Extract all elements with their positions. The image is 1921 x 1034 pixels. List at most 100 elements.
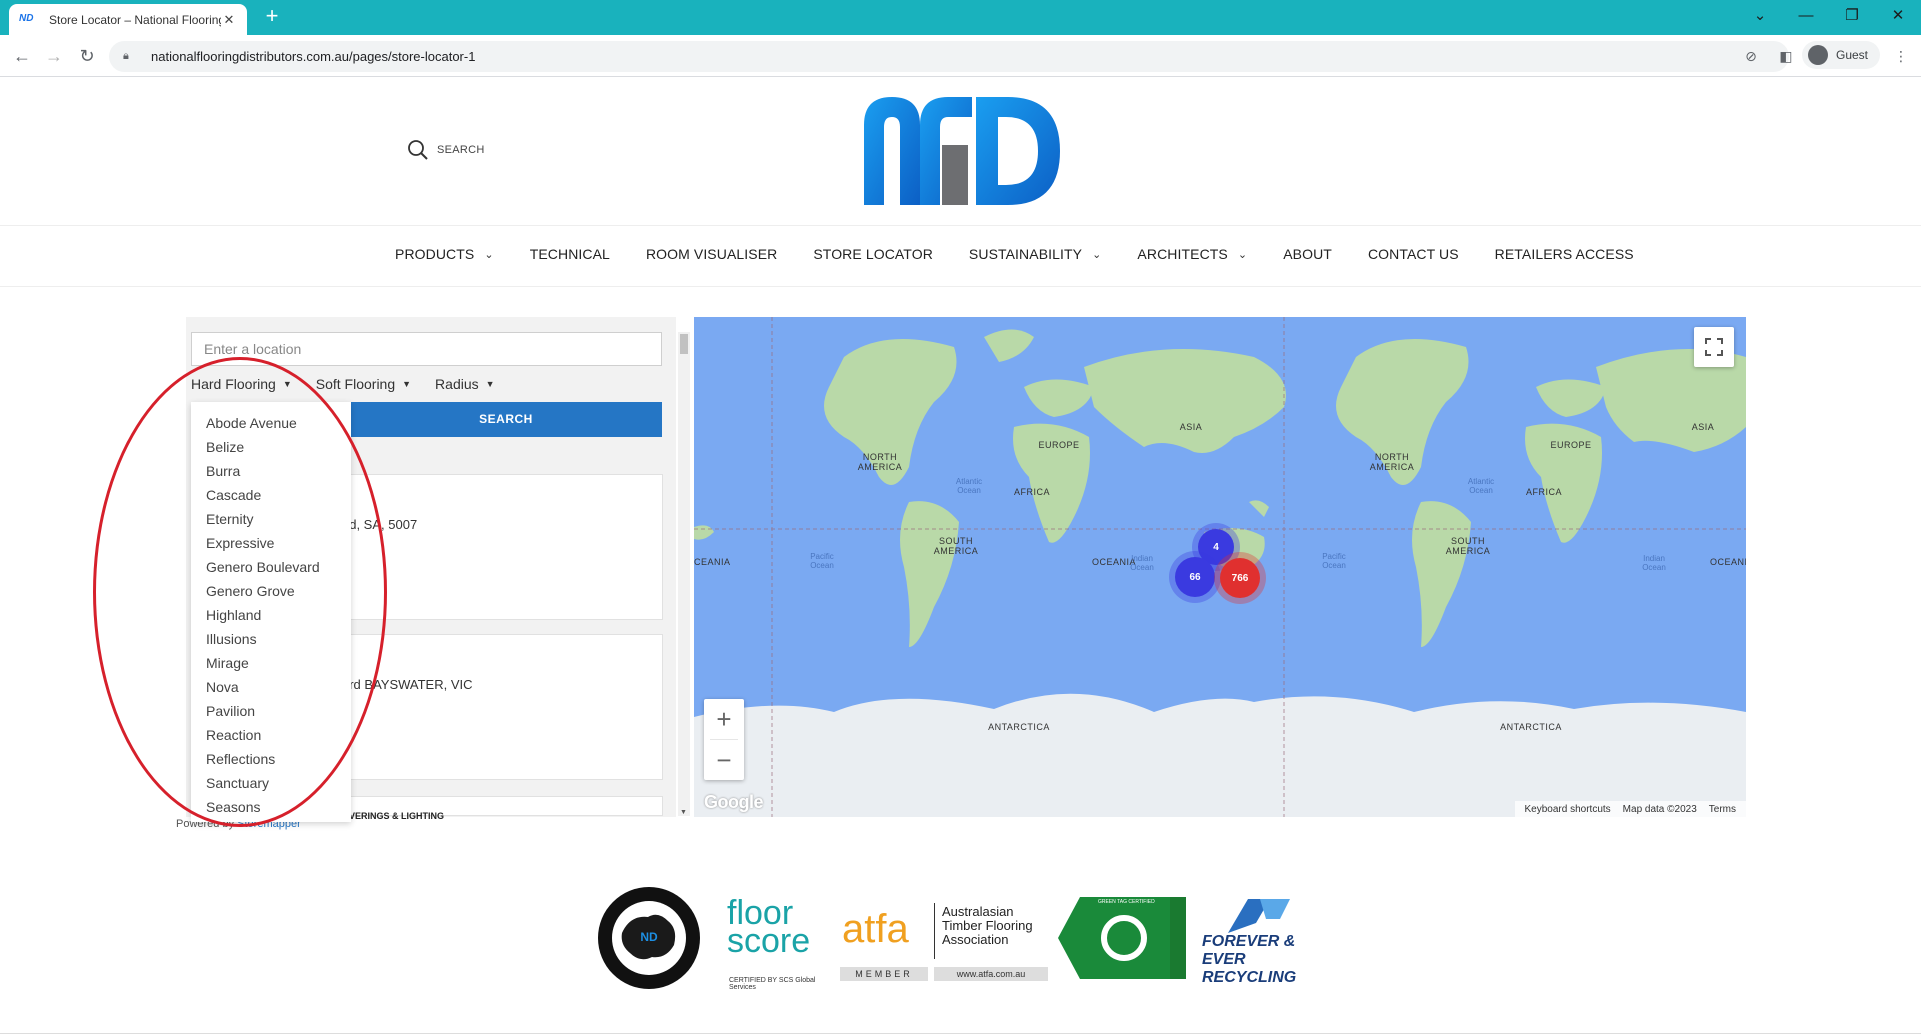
nav-item-label: CONTACT US <box>1367 246 1459 262</box>
map-tiles <box>694 317 1746 817</box>
zoom-out-button[interactable]: − <box>704 740 744 780</box>
map-continent-label: SOUTH AMERICA <box>1445 536 1491 556</box>
chevron-down-icon: ⌄ <box>484 248 494 261</box>
header-search-label: SEARCH <box>437 144 485 156</box>
new-tab-button[interactable]: + <box>260 5 284 29</box>
terms-link[interactable]: Terms <box>1709 804 1736 815</box>
location-input[interactable]: Enter a location <box>191 332 662 366</box>
favicon-icon: ND <box>19 12 34 24</box>
map-continent-label: OCEANI <box>1710 557 1746 567</box>
store-map[interactable]: NORTH AMERICA EUROPE ASIA AFRICA SOUTH AMERI… <box>694 317 1746 817</box>
url-text: nationalflooringdistributors.com.au/page… <box>151 49 476 64</box>
radius-label: Radius <box>435 376 479 392</box>
filter-row: Hard Flooring ▼ Soft Flooring ▼ Radius ▼ <box>191 376 519 392</box>
green-tag-badge: GREEN TAG CERTIFIED <box>1058 885 1186 995</box>
dropdown-option[interactable]: Burra <box>191 462 351 486</box>
nav-item-retailers-access[interactable]: RETAILERS ACCESS <box>1495 246 1634 262</box>
nav-item-contact-us[interactable]: CONTACT US <box>1368 246 1459 262</box>
soft-flooring-label: Soft Flooring <box>315 376 396 392</box>
chevron-down-icon: ⌄ <box>1092 248 1102 261</box>
map-ocean-label: Indian Ocean <box>1130 554 1154 572</box>
caret-down-icon: ▼ <box>402 379 412 389</box>
blocked-popup-icon[interactable]: ⊘ <box>1742 47 1760 65</box>
dropdown-option[interactable]: Abode Avenue <box>191 414 351 438</box>
nav-item-store-locator[interactable]: STORE LOCATOR <box>813 246 933 262</box>
nav-item-label: RETAILERS ACCESS <box>1494 246 1634 262</box>
dropdown-option[interactable]: Highland <box>191 606 351 630</box>
marker-cluster[interactable]: 66 <box>1175 557 1215 597</box>
dropdown-option[interactable]: Genero Boulevard <box>191 558 351 582</box>
search-icon <box>408 140 428 160</box>
atfa-divider <box>934 903 935 959</box>
nav-item-technical[interactable]: TECHNICAL <box>530 246 610 262</box>
nav-item-room-visualiser[interactable]: ROOM VISUALISER <box>646 246 777 262</box>
atfa-member: MEMBER <box>840 967 928 981</box>
close-tab-icon[interactable]: ✕ <box>221 12 237 28</box>
restore-button[interactable]: ❐ <box>1829 4 1875 28</box>
back-icon[interactable]: ← <box>10 44 34 68</box>
dropdown-option[interactable]: Pavilion <box>191 702 351 726</box>
nav-item-label: ABOUT <box>1283 246 1332 262</box>
header-search[interactable]: SEARCH <box>407 139 485 161</box>
hard-flooring-label: Hard Flooring <box>191 376 276 392</box>
map-continent-label: EUROPE <box>1550 440 1592 450</box>
dropdown-option[interactable]: Reflections <box>191 750 351 774</box>
page: ND Store Locator – National Flooring ✕ +… <box>0 0 1921 1034</box>
map-continent-label: SOUTH AMERICA <box>933 536 979 556</box>
dropdown-option[interactable]: Illusions <box>191 630 351 654</box>
nav-item-label: SUSTAINABILITY <box>968 246 1083 262</box>
close-window-button[interactable]: ✕ <box>1875 4 1921 28</box>
dropdown-option[interactable]: Expressive <box>191 534 351 558</box>
locator-search-button[interactable]: SEARCH <box>350 402 662 437</box>
dropdown-option[interactable]: Nova <box>191 678 351 702</box>
zoom-in-button[interactable]: + <box>704 699 744 739</box>
dropdown-option[interactable]: Eternity <box>191 510 351 534</box>
fullscreen-button[interactable] <box>1694 327 1734 367</box>
nav-item-sustainability[interactable]: SUSTAINABILITY ⌄ <box>969 246 1102 262</box>
map-continent-label: AFRICA <box>1013 487 1050 497</box>
hard-flooring-filter[interactable]: Hard Flooring ▼ <box>191 376 292 392</box>
map-attribution: Keyboard shortcuts Map data ©2023 Terms <box>1514 801 1746 817</box>
nav-item-about[interactable]: ABOUT <box>1283 246 1332 262</box>
browser-toolbar: ← → ↻ 🔒︎ nationalflooringdistributors.co… <box>0 35 1921 77</box>
keyboard-shortcuts-link[interactable]: Keyboard shortcuts <box>1525 804 1611 815</box>
results-scrollbar[interactable]: ▼ <box>678 332 690 816</box>
dropdown-option[interactable]: Seasons <box>191 798 351 822</box>
address-bar[interactable]: 🔒︎ nationalflooringdistributors.com.au/p… <box>109 41 1789 72</box>
dropdown-option[interactable]: Reaction <box>191 726 351 750</box>
nav-item-architects[interactable]: ARCHITECTS ⌄ <box>1137 246 1247 262</box>
minimize-button[interactable]: — <box>1783 4 1829 28</box>
header-divider <box>0 225 1921 226</box>
nav-item-label: STORE LOCATOR <box>813 246 933 262</box>
side-panel-icon[interactable]: ◧ <box>1777 47 1795 65</box>
tab-search-icon[interactable]: ⌄ <box>1737 4 1783 28</box>
profile-button[interactable]: Guest <box>1802 41 1881 69</box>
atfa-badge: atfa Australasian Timber Flooring Associ… <box>838 885 1050 995</box>
dropdown-option[interactable]: Cascade <box>191 486 351 510</box>
scrollbar-thumb[interactable] <box>680 334 688 354</box>
radius-filter[interactable]: Radius ▼ <box>435 376 495 392</box>
nfd-logo[interactable] <box>862 95 1062 207</box>
dropdown-option[interactable]: Belize <box>191 438 351 462</box>
reload-icon[interactable]: ↻ <box>75 44 99 68</box>
dropdown-option[interactable]: Mirage <box>191 654 351 678</box>
dropdown-option[interactable]: Sanctuary <box>191 774 351 798</box>
store-address: ard BAYSWATER, VIC <box>342 677 473 692</box>
marker-cluster[interactable]: 766 <box>1220 558 1260 598</box>
svg-text:ND: ND <box>640 930 658 944</box>
scroll-down-icon[interactable]: ▼ <box>680 809 688 816</box>
nav-item-products[interactable]: PRODUCTS ⌄ <box>395 246 494 262</box>
menu-icon[interactable]: ⋮ <box>1892 47 1910 65</box>
google-logo[interactable]: Google <box>704 792 764 813</box>
map-ocean-label: Pacific Ocean <box>810 552 834 570</box>
store-name: OVERINGS & LIGHTING <box>342 811 445 821</box>
dropdown-option[interactable]: Genero Grove <box>191 582 351 606</box>
map-ocean-label: Indian Ocean <box>1642 554 1666 572</box>
browser-tab[interactable]: ND Store Locator – National Flooring ✕ <box>9 4 247 35</box>
nav-item-label: ROOM VISUALISER <box>645 246 778 262</box>
map-continent-label: ASIA <box>1691 422 1715 432</box>
atfa-url: www.atfa.com.au <box>934 967 1048 981</box>
forward-icon[interactable]: → <box>42 44 66 68</box>
avatar-icon <box>1808 45 1828 65</box>
soft-flooring-filter[interactable]: Soft Flooring ▼ <box>316 376 411 392</box>
